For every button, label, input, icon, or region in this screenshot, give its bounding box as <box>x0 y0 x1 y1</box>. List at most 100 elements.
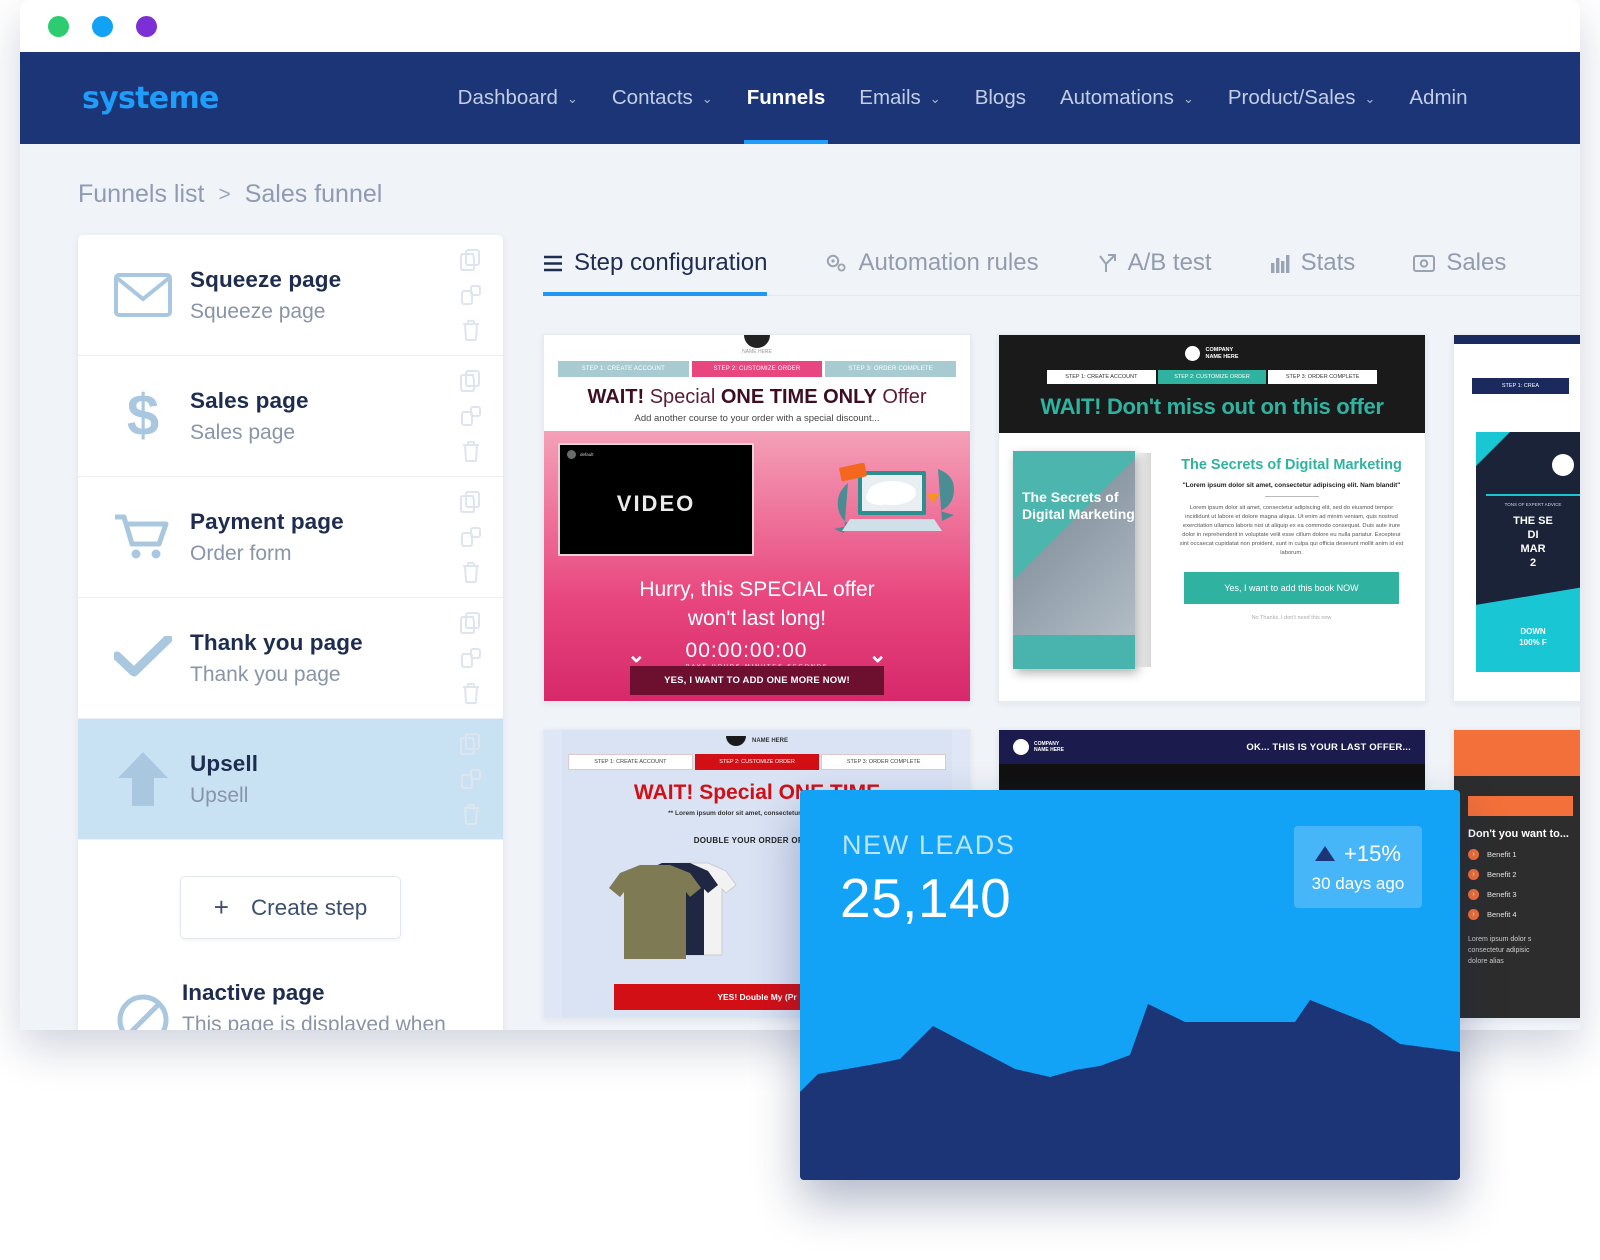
template-card-upsell-pink[interactable]: NAME HERE STEP 1: CREATE ACCOUNT STEP 2:… <box>543 334 971 702</box>
benefit-item: › Benefit 2 <box>1468 869 1573 880</box>
inactive-page-item[interactable]: Inactive page This page is displayed whe… <box>78 969 503 1030</box>
book-spine <box>1135 453 1151 667</box>
breadcrumb: Funnels list > Sales funnel <box>20 144 1580 209</box>
cart-icon <box>104 513 182 561</box>
download-line-1: DOWN <box>1520 627 1546 636</box>
step-actions <box>449 612 493 704</box>
progress-step-3: STEP 3: ORDER COMPLETE <box>1268 370 1378 384</box>
nav-items: Dashboard ⌄ Contacts ⌄ Funnels Emails ⌄ … <box>441 52 1485 144</box>
progress-step-1: STEP 1: CREATE ACCOUNT <box>1047 370 1156 384</box>
progress-step-1: STEP 1: CREATE ACCOUNT <box>558 361 689 377</box>
chevron-down-icon: ⌄ <box>566 91 578 106</box>
nav-label: Product/Sales <box>1227 86 1356 109</box>
duplicate-icon[interactable] <box>460 249 482 271</box>
step-item-sales-page[interactable]: $ Sales page Sales page <box>78 356 503 477</box>
create-step-button[interactable]: + Create step <box>179 876 402 939</box>
move-icon[interactable] <box>460 405 482 427</box>
timer-value: 00:00:00:00 <box>685 639 808 662</box>
headline-wait: WAIT! <box>1040 394 1102 419</box>
purple-dot[interactable] <box>136 16 157 37</box>
nav-item-funnels[interactable]: Funnels <box>730 52 843 144</box>
move-icon[interactable] <box>460 768 482 790</box>
trash-icon[interactable] <box>461 682 481 704</box>
book-cover: The Secrets of Digital Marketing <box>1013 451 1135 669</box>
step-actions <box>449 491 493 583</box>
nav-label: Funnels <box>746 86 826 109</box>
nav-item-dashboard[interactable]: Dashboard ⌄ <box>441 52 595 144</box>
nav-item-blogs[interactable]: Blogs <box>958 52 1043 144</box>
progress-step-2: STEP 2: CUSTOMIZE ORDER <box>694 754 820 770</box>
blocked-icon <box>104 993 182 1030</box>
tab-sales[interactable]: Sales <box>1413 235 1528 295</box>
template-body: default VIDEO Hurry, this SPECIAL offer … <box>544 431 970 701</box>
benefit-item: › Benefit 1 <box>1468 849 1573 860</box>
nav-item-product-sales[interactable]: Product/Sales ⌄ <box>1211 52 1393 144</box>
tab-automation-rules[interactable]: Automation rules <box>825 235 1060 295</box>
decline-link[interactable]: No Thanks, I don't need this now <box>1168 615 1415 621</box>
trend-delta: +15% <box>1344 840 1401 866</box>
logo-line-2: NAME HERE <box>1205 353 1239 360</box>
template-headline: OK... THIS IS YOUR LAST OFFER... <box>1246 741 1411 753</box>
breadcrumb-root[interactable]: Funnels list <box>78 180 204 209</box>
template-body: The Secrets of Digital Marketing The Sec… <box>999 433 1425 691</box>
template-column: STEP 1: CREA TONS OF EXPERT ADVICE THE S… <box>1453 334 1580 1019</box>
duplicate-icon[interactable] <box>460 612 482 634</box>
tab-step-configuration[interactable]: Step configuration <box>543 235 789 296</box>
duplicate-icon[interactable] <box>460 370 482 392</box>
step-text: Thank you page Thank you page <box>182 630 449 687</box>
breadcrumb-current: Sales funnel <box>244 180 383 208</box>
trash-icon[interactable] <box>461 319 481 341</box>
template-cta-button[interactable]: YES, I WANT TO ADD ONE MORE NOW! <box>630 666 884 695</box>
move-icon[interactable] <box>460 526 482 548</box>
template-card-book-dark[interactable]: COMPANY NAME HERE STEP 1: CREATE ACCOUNT… <box>998 334 1426 702</box>
trash-icon[interactable] <box>461 561 481 583</box>
step-title: Thank you page <box>190 629 363 655</box>
trash-icon[interactable] <box>461 440 481 462</box>
template-card-orange-benefits[interactable]: Don't you want to... › Benefit 1 › Benef… <box>1453 729 1580 1019</box>
benefit-item: › Benefit 3 <box>1468 889 1573 900</box>
move-icon[interactable] <box>460 647 482 669</box>
duplicate-icon[interactable] <box>460 491 482 513</box>
template-headline: Don't you want to... <box>1468 828 1569 840</box>
step-subtitle: Sales page <box>190 420 296 444</box>
nav-item-admin[interactable]: Admin <box>1392 52 1484 144</box>
step-text: Sales page Sales page <box>182 388 449 445</box>
headline-special: Special <box>649 386 721 408</box>
trash-icon[interactable] <box>461 803 481 825</box>
template-topbar <box>1454 335 1580 344</box>
benefit-label: Benefit 1 <box>1487 850 1517 859</box>
green-dot[interactable] <box>48 16 69 37</box>
body-line-1: Lorem ipsum dolor s <box>1468 936 1532 943</box>
nav-item-emails[interactable]: Emails ⌄ <box>842 52 957 144</box>
inactive-subtitle: This page is displayed when the <box>182 1012 446 1031</box>
progress-step-3: STEP 3: ORDER COMPLETE <box>821 754 947 770</box>
template-card-teal-ebook[interactable]: STEP 1: CREA TONS OF EXPERT ADVICE THE S… <box>1453 334 1580 702</box>
create-step-label: Create step <box>250 894 368 920</box>
duplicate-icon[interactable] <box>460 733 482 755</box>
tab-stats[interactable]: Stats <box>1270 235 1378 295</box>
step-subtitle: Squeeze page <box>190 299 326 323</box>
step-subtitle: Thank you page <box>190 662 341 686</box>
nav-label: Dashboard <box>457 86 558 109</box>
hurry-text: Hurry, this SPECIAL offer won't last lon… <box>544 575 970 633</box>
highlight-bar <box>1468 796 1573 816</box>
step-item-upsell[interactable]: Upsell Upsell <box>78 719 503 840</box>
video-topbar: default <box>560 445 752 464</box>
bar-chart-icon <box>1270 254 1290 273</box>
window-titlebar <box>20 0 1580 52</box>
template-cta-button[interactable]: Yes, I want to add this book NOW <box>1184 572 1399 604</box>
nav-label: Automations <box>1059 86 1174 109</box>
move-icon[interactable] <box>460 284 482 306</box>
blue-dot[interactable] <box>92 16 113 37</box>
brand-logo[interactable]: systeme <box>82 81 219 116</box>
template-header: COMPANY NAME HERE OK... THIS IS YOUR LAS… <box>999 730 1425 764</box>
step-item-squeeze-page[interactable]: Squeeze page Squeeze page <box>78 235 503 356</box>
headline-wait: WAIT! <box>633 781 694 804</box>
nav-item-contacts[interactable]: Contacts ⌄ <box>595 52 730 144</box>
step-subtitle: Order form <box>190 541 292 565</box>
nav-item-automations[interactable]: Automations ⌄ <box>1043 52 1211 144</box>
step-item-thank-you-page[interactable]: Thank you page Thank you page <box>78 598 503 719</box>
step-item-payment-page[interactable]: Payment page Order form <box>78 477 503 598</box>
divider <box>1486 494 1580 496</box>
tab-ab-test[interactable]: A/B test <box>1097 235 1234 295</box>
